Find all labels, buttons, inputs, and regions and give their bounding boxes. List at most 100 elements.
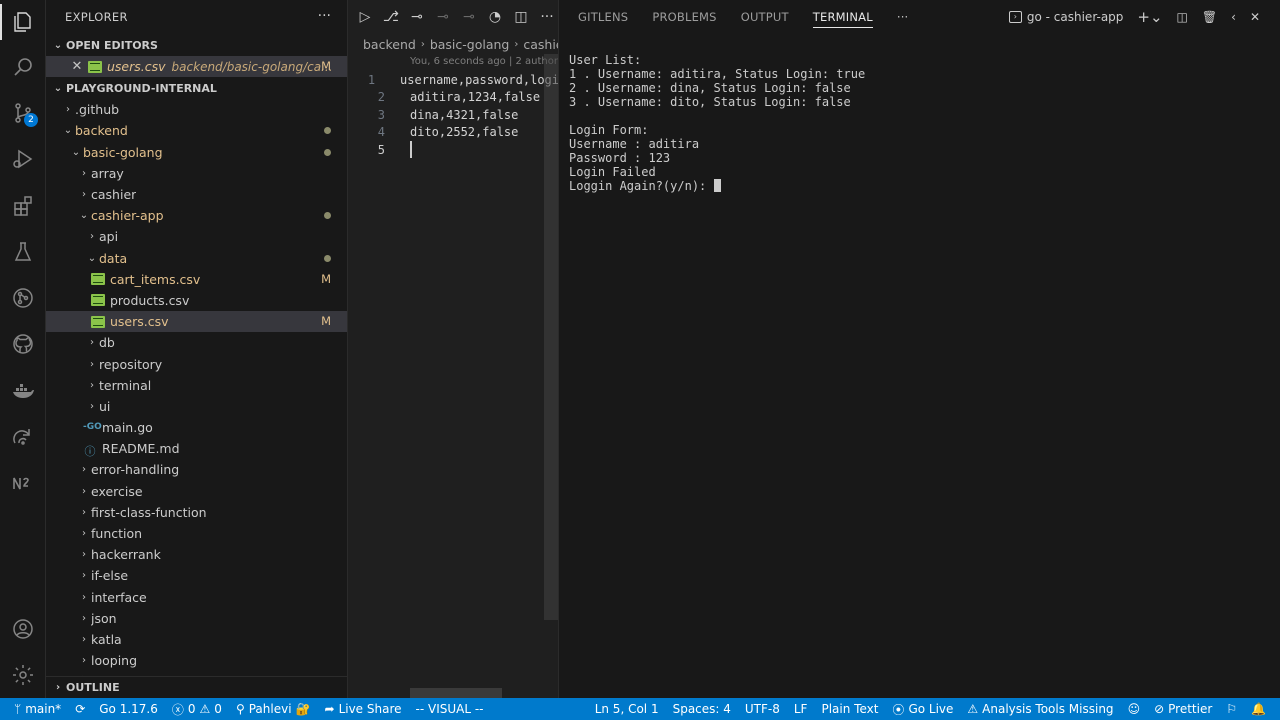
- outline-header[interactable]: › OUTLINE: [46, 676, 347, 698]
- tree-item-ui[interactable]: › ui: [46, 396, 347, 417]
- tab-gitlens[interactable]: GITLENS: [578, 10, 628, 24]
- remote-explorer-icon[interactable]: [0, 417, 46, 457]
- tree-item-repository[interactable]: › repository: [46, 353, 347, 374]
- run-debug-icon[interactable]: [0, 139, 46, 179]
- go-version[interactable]: Go 1.17.6: [92, 698, 165, 720]
- tree-item-backend[interactable]: ⌄ backend: [46, 120, 347, 141]
- code-area[interactable]: 1 username,password,logi 2 aditira,1234,…: [348, 71, 558, 159]
- tree-item-basic-golang[interactable]: ⌄ basic-golang: [46, 142, 347, 163]
- terminal-selector[interactable]: › go - cashier-app: [1008, 10, 1123, 24]
- new-terminal-icon[interactable]: +⌄: [1137, 8, 1162, 26]
- breadcrumb-backend[interactable]: backend: [363, 37, 416, 52]
- modified-dot: [324, 254, 331, 262]
- tree-item-github[interactable]: › .github: [46, 99, 347, 120]
- extensions-icon[interactable]: [0, 186, 46, 226]
- feedback-button[interactable]: ⚐: [1219, 698, 1244, 720]
- tree-item-looping[interactable]: › looping: [46, 650, 347, 671]
- settings-gear-icon[interactable]: [0, 655, 46, 695]
- panel-actions: › go - cashier-app +⌄ ◫ 🗑 ‹ ✕: [1008, 8, 1260, 26]
- terminal-output[interactable]: User List: 1 . Username: aditira, Status…: [569, 53, 865, 193]
- breadcrumb-cashier[interactable]: cashier: [523, 37, 558, 52]
- editor-scrollbar[interactable]: [544, 54, 558, 620]
- search-icon[interactable]: [0, 47, 46, 87]
- open-editor-users-csv[interactable]: ✕ users.csv backend/basic-golang/ca... M: [46, 56, 347, 78]
- panel-more-icon[interactable]: ···: [897, 10, 909, 24]
- tab-output[interactable]: OUTPUT: [741, 10, 789, 24]
- docker-icon[interactable]: [0, 371, 46, 411]
- tree-item-cashier-app[interactable]: ⌄ cashier-app: [46, 205, 347, 226]
- cursor-position[interactable]: Ln 5, Col 1: [588, 698, 666, 720]
- tree-item-main-go[interactable]: -GO main.go: [46, 417, 347, 438]
- analysis-tools-warning[interactable]: ⚠ Analysis Tools Missing: [960, 698, 1120, 720]
- next-change-icon[interactable]: ⊸: [458, 6, 480, 28]
- gitlens-icon[interactable]: [0, 278, 46, 318]
- nx-console-icon[interactable]: [0, 463, 46, 503]
- testing-icon[interactable]: [0, 232, 46, 272]
- github-icon[interactable]: [0, 324, 46, 364]
- account-icon[interactable]: [0, 609, 46, 649]
- tree-item-products-csv[interactable]: products.csv: [46, 290, 347, 311]
- tree-item-first-class-function[interactable]: › first-class-function: [46, 502, 347, 523]
- tree-item-users-csv[interactable]: users.csv M: [46, 311, 347, 333]
- terminal-line: 1 . Username: aditira, Status Login: tru…: [569, 67, 866, 81]
- workspace-header[interactable]: ⌄ PLAYGROUND-INTERNAL: [46, 77, 347, 99]
- tab-terminal[interactable]: TERMINAL: [812, 10, 873, 28]
- chevron-left-icon[interactable]: ‹: [1231, 10, 1236, 24]
- tree-item-if-else[interactable]: › if-else: [46, 565, 347, 586]
- chevron-right-icon: ›: [82, 633, 86, 645]
- encoding[interactable]: UTF-8: [738, 698, 787, 720]
- tree-item-error-handling[interactable]: › error-handling: [46, 459, 347, 480]
- git-compare-icon[interactable]: ⎇: [380, 6, 402, 28]
- end-of-line[interactable]: LF: [787, 698, 815, 720]
- split-editor-icon[interactable]: ◫: [510, 6, 532, 28]
- tree-item-terminal[interactable]: › terminal: [46, 375, 347, 396]
- tree-item-katla[interactable]: › katla: [46, 629, 347, 650]
- tree-item-json[interactable]: › json: [46, 608, 347, 629]
- close-icon[interactable]: ✕: [70, 59, 84, 74]
- csv-file-icon: [91, 273, 105, 286]
- terminal-icon: ›: [1008, 11, 1022, 23]
- tree-item-function[interactable]: › function: [46, 523, 347, 544]
- tree-item-cart-items-csv[interactable]: cart_items.csv M: [46, 269, 347, 290]
- indentation[interactable]: Spaces: 4: [666, 698, 738, 720]
- tree-item-api[interactable]: › api: [46, 226, 347, 247]
- tree-item-cashier[interactable]: › cashier: [46, 184, 347, 205]
- tab-problems[interactable]: PROBLEMS: [652, 10, 716, 24]
- problems-indicator[interactable]: ⓧ 0 ⚠ 0: [165, 698, 229, 720]
- user-indicator[interactable]: ⚲ Pahlevi 🔐: [229, 698, 318, 720]
- tree-item-exercise[interactable]: › exercise: [46, 481, 347, 502]
- breadcrumb-basic-golang[interactable]: basic-golang: [430, 37, 510, 52]
- chevron-right-icon: ›: [82, 591, 86, 603]
- split-terminal-icon[interactable]: ◫: [1177, 10, 1188, 24]
- chevron-right-icon: ›: [90, 358, 94, 370]
- previous-change-icon[interactable]: ⊸: [432, 6, 454, 28]
- notifications-button[interactable]: 🔔: [1244, 698, 1280, 720]
- tree-item-array[interactable]: › array: [46, 163, 347, 184]
- tree-item-db[interactable]: › db: [46, 332, 347, 353]
- commit-icon[interactable]: ⊸: [406, 6, 428, 28]
- git-blame-annotation[interactable]: You, 6 seconds ago | 2 author: [410, 56, 558, 67]
- run-icon[interactable]: ▷: [354, 6, 376, 28]
- trash-icon[interactable]: 🗑: [1202, 10, 1217, 24]
- tree-item-data[interactable]: ⌄ data: [46, 248, 347, 269]
- terminal-prompt: Loggin Again?(y/n):: [569, 179, 714, 193]
- source-control-icon[interactable]: 2: [0, 93, 46, 133]
- explorer-icon[interactable]: [0, 2, 46, 42]
- tree-item-readme-md[interactable]: ⓘ README.md: [46, 438, 347, 459]
- editor-more-icon[interactable]: ···: [536, 6, 558, 28]
- close-panel-icon[interactable]: ✕: [1250, 10, 1260, 24]
- go-live-button[interactable]: ⦿ Go Live: [885, 698, 960, 720]
- open-editors-header[interactable]: ⌄ OPEN EDITORS: [46, 34, 347, 56]
- tree-item-interface[interactable]: › interface: [46, 587, 347, 608]
- live-share-button[interactable]: ➦ Live Share: [318, 698, 409, 720]
- editor-horizontal-scrollbar[interactable]: [410, 688, 502, 698]
- tree-item-hackerrank[interactable]: › hackerrank: [46, 544, 347, 565]
- copilot-button[interactable]: ☺: [1121, 698, 1148, 720]
- sync-button[interactable]: ⟳: [68, 698, 92, 720]
- more-actions-icon[interactable]: ···: [318, 8, 331, 24]
- prettier-button[interactable]: ⊘ Prettier: [1147, 698, 1219, 720]
- language-mode[interactable]: Plain Text: [814, 698, 885, 720]
- chevron-down-icon: ⌄: [87, 252, 97, 264]
- toggle-blame-icon[interactable]: ◔: [484, 6, 506, 28]
- branch-indicator[interactable]: ᛘ main*: [0, 698, 68, 720]
